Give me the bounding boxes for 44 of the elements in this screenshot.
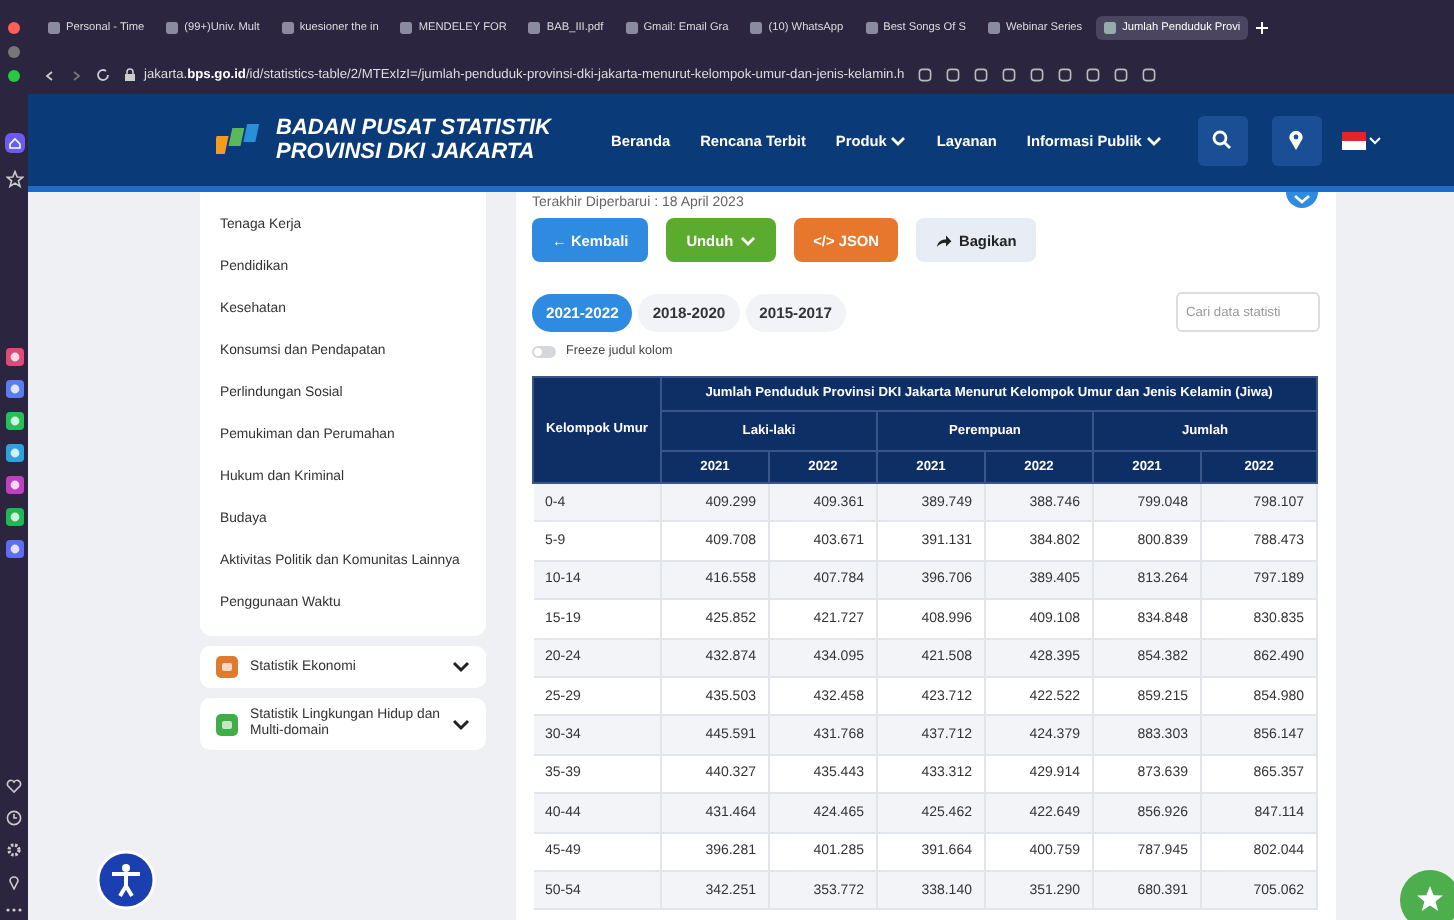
share-icon [936, 233, 953, 247]
favicon-icon [528, 22, 541, 34]
settings-icon[interactable] [6, 842, 22, 858]
app-icon[interactable] [5, 508, 23, 526]
favicon-icon [281, 22, 294, 34]
favicon-icon [48, 22, 60, 34]
search-icon [1212, 130, 1233, 150]
app-icon[interactable] [5, 444, 23, 462]
logo-icon [216, 120, 264, 160]
collapse-button-icon[interactable] [1284, 192, 1320, 210]
more-icon[interactable] [6, 906, 22, 914]
star-button[interactable] [1398, 868, 1454, 920]
app-icon[interactable] [5, 348, 23, 366]
favicon-icon [166, 22, 179, 34]
reload-icon[interactable] [96, 68, 110, 82]
app-icon[interactable] [5, 380, 23, 398]
logo-text: BADAN PUSAT STATISTIK [276, 116, 551, 140]
chevron-down-icon [890, 133, 907, 147]
app-icon[interactable] [5, 476, 23, 494]
logo-text: PROVINSI DKI JAKARTA [276, 140, 537, 164]
favicon-icon [987, 22, 1000, 34]
location-button[interactable] [1271, 115, 1322, 165]
chevron-down-icon [739, 233, 756, 247]
favicon-icon [1104, 22, 1117, 34]
favicon-icon [400, 22, 413, 34]
location-pin-icon [1288, 130, 1305, 150]
forward-icon[interactable] [70, 69, 82, 81]
new-tab-icon[interactable] [1254, 20, 1271, 36]
clock-icon[interactable] [6, 810, 22, 826]
accessibility-button[interactable] [96, 850, 156, 910]
favicon-icon [865, 22, 878, 34]
favicon-icon [625, 22, 638, 34]
language-flag-icon[interactable] [1341, 131, 1382, 149]
star-icon[interactable] [5, 170, 23, 188]
chevron-down-icon [1145, 133, 1162, 147]
lock-icon [124, 68, 136, 82]
favicon-icon [750, 22, 763, 34]
home-icon[interactable] [3, 132, 25, 154]
app-icon[interactable] [5, 412, 23, 430]
toggle-switch[interactable] [532, 345, 556, 357]
app-icon[interactable] [5, 540, 23, 558]
back-icon[interactable] [44, 69, 56, 81]
pin-icon[interactable] [6, 874, 22, 890]
search-button[interactable] [1197, 115, 1248, 165]
